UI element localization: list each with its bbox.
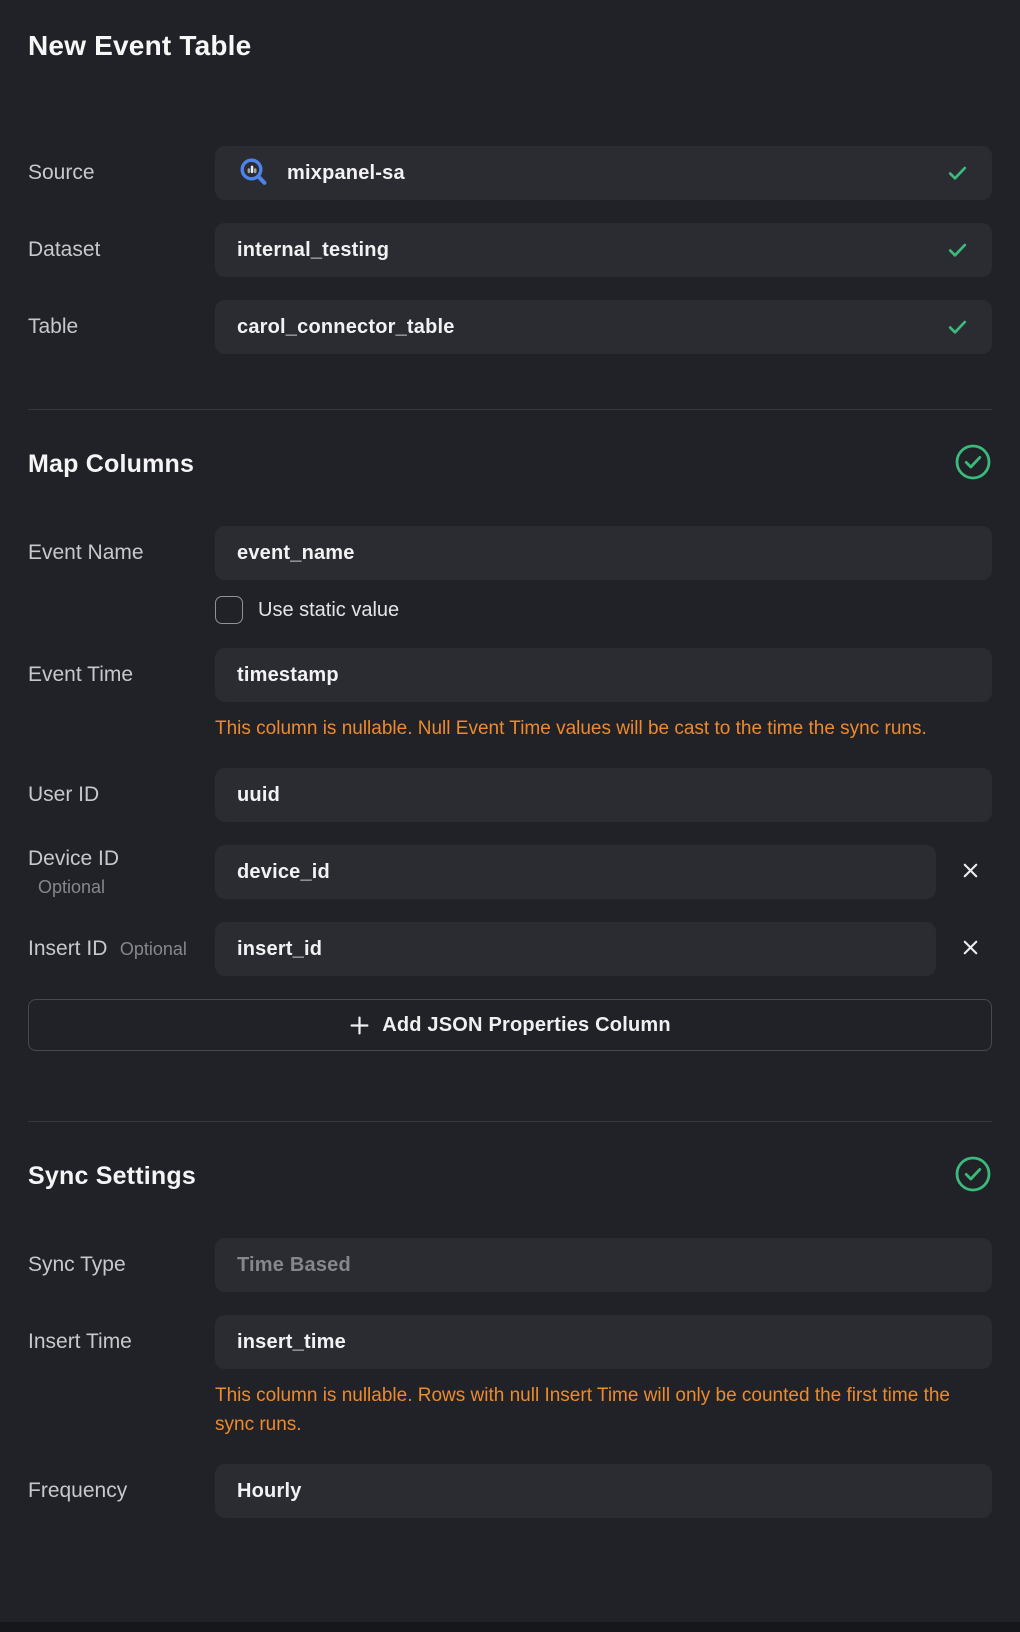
insert-time-field[interactable]: insert_time bbox=[215, 1315, 992, 1369]
insert-time-label: Insert Time bbox=[28, 1330, 132, 1353]
dataset-value: internal_testing bbox=[237, 239, 389, 262]
plus-icon bbox=[349, 1015, 370, 1036]
mixpanel-project-icon bbox=[237, 156, 271, 190]
device-id-remove-button[interactable] bbox=[948, 850, 992, 894]
event-name-row: Event Name event_name bbox=[28, 526, 992, 580]
section-divider bbox=[28, 409, 992, 410]
device-id-label: Device ID bbox=[28, 847, 119, 870]
table-field[interactable]: carol_connector_table bbox=[215, 300, 992, 354]
frequency-label: Frequency bbox=[28, 1479, 127, 1502]
panel-bottom-edge bbox=[0, 1622, 1020, 1632]
device-id-value: device_id bbox=[237, 861, 330, 884]
user-id-row: User ID uuid bbox=[28, 768, 992, 822]
sync-settings-title: Sync Settings bbox=[28, 1162, 196, 1191]
dataset-row: Dataset internal_testing bbox=[28, 223, 992, 277]
section-divider bbox=[28, 1121, 992, 1122]
table-value: carol_connector_table bbox=[237, 316, 455, 339]
map-columns-title: Map Columns bbox=[28, 450, 194, 479]
close-icon bbox=[959, 859, 982, 885]
valid-check-icon bbox=[945, 238, 970, 263]
event-time-value: timestamp bbox=[237, 664, 339, 687]
user-id-label: User ID bbox=[28, 783, 99, 806]
sync-type-value: Time Based bbox=[237, 1254, 351, 1277]
source-field[interactable]: mixpanel-sa bbox=[215, 146, 992, 200]
insert-id-row: Insert ID Optional insert_id bbox=[28, 922, 992, 976]
insert-time-nullable-warning: This column is nullable. Rows with null … bbox=[215, 1381, 963, 1439]
sync-type-row: Sync Type Time Based bbox=[28, 1238, 992, 1292]
use-static-value-label[interactable]: Use static value bbox=[258, 599, 399, 622]
add-json-properties-column-label: Add JSON Properties Column bbox=[382, 1014, 671, 1037]
valid-check-icon bbox=[945, 161, 970, 186]
device-id-row: Device ID Optional device_id bbox=[28, 845, 992, 899]
new-event-table-form: New Event Table Source mixpanel-sa bbox=[0, 0, 1020, 1518]
frequency-row: Frequency Hourly bbox=[28, 1464, 992, 1518]
insert-id-value: insert_id bbox=[237, 938, 322, 961]
table-label: Table bbox=[28, 315, 78, 338]
user-id-value: uuid bbox=[237, 784, 280, 807]
device-id-optional-hint: Optional bbox=[38, 877, 201, 898]
event-time-field[interactable]: timestamp bbox=[215, 648, 992, 702]
event-time-row: Event Time timestamp bbox=[28, 648, 992, 702]
device-id-field[interactable]: device_id bbox=[215, 845, 936, 899]
event-name-field[interactable]: event_name bbox=[215, 526, 992, 580]
dataset-field[interactable]: internal_testing bbox=[215, 223, 992, 277]
page-title: New Event Table bbox=[28, 30, 992, 62]
table-row: Table carol_connector_table bbox=[28, 300, 992, 354]
valid-check-icon bbox=[945, 315, 970, 340]
close-icon bbox=[959, 936, 982, 962]
insert-id-label: Insert ID bbox=[28, 937, 107, 960]
insert-id-remove-button[interactable] bbox=[948, 927, 992, 971]
dataset-label: Dataset bbox=[28, 238, 100, 261]
source-row: Source mixpanel-sa bbox=[28, 146, 992, 200]
static-value-row: Use static value bbox=[215, 596, 992, 624]
section-complete-icon bbox=[954, 1155, 992, 1198]
add-json-properties-column-button[interactable]: Add JSON Properties Column bbox=[28, 999, 992, 1051]
sync-settings-heading: Sync Settings bbox=[28, 1155, 992, 1198]
insert-id-field[interactable]: insert_id bbox=[215, 922, 936, 976]
frequency-field[interactable]: Hourly bbox=[215, 1464, 992, 1518]
use-static-value-checkbox[interactable] bbox=[215, 596, 243, 624]
source-value: mixpanel-sa bbox=[287, 162, 405, 185]
event-name-value: event_name bbox=[237, 542, 355, 565]
event-time-label: Event Time bbox=[28, 663, 133, 686]
insert-time-row: Insert Time insert_time bbox=[28, 1315, 992, 1369]
section-complete-icon bbox=[954, 443, 992, 486]
insert-time-value: insert_time bbox=[237, 1331, 346, 1354]
frequency-value: Hourly bbox=[237, 1480, 302, 1503]
map-columns-heading: Map Columns bbox=[28, 443, 992, 486]
insert-id-optional-hint: Optional bbox=[120, 939, 187, 959]
sync-type-field: Time Based bbox=[215, 1238, 992, 1292]
event-time-nullable-warning: This column is nullable. Null Event Time… bbox=[215, 714, 963, 743]
source-label: Source bbox=[28, 161, 95, 184]
user-id-field[interactable]: uuid bbox=[215, 768, 992, 822]
event-name-label: Event Name bbox=[28, 541, 144, 564]
sync-type-label: Sync Type bbox=[28, 1253, 126, 1276]
